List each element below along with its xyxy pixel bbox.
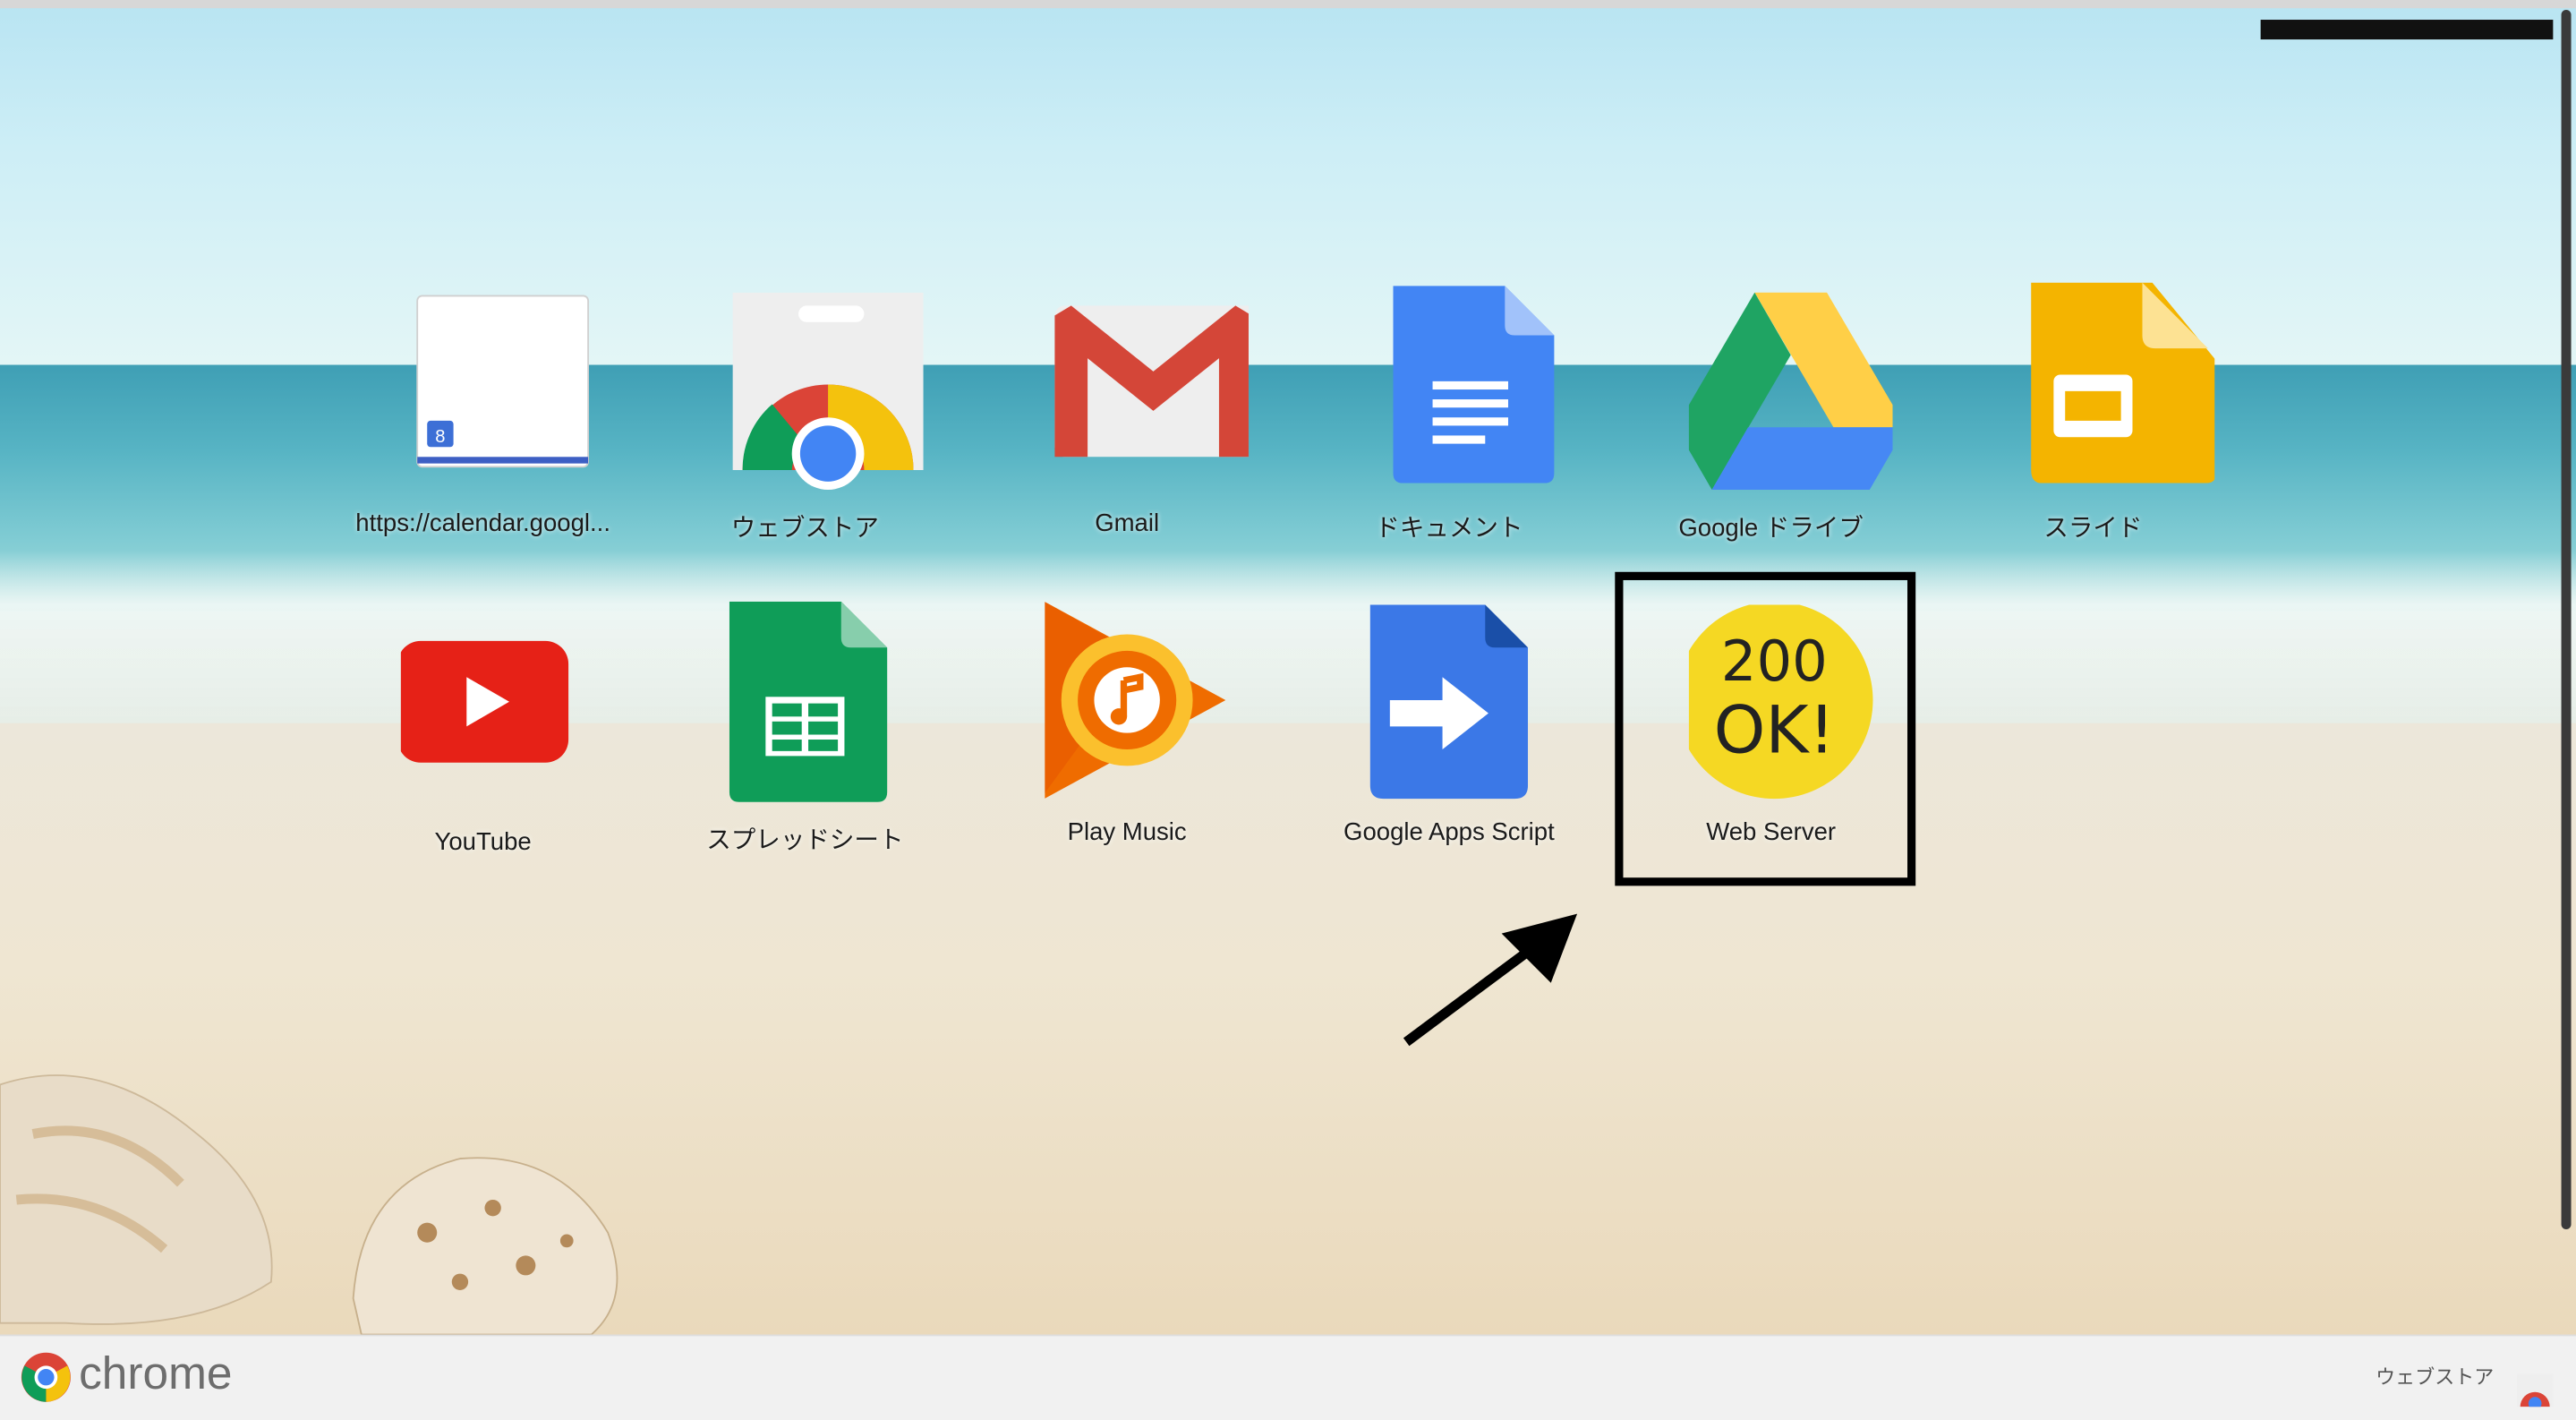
arrow-annotation-icon	[1403, 913, 1578, 1047]
web-store-footer-link[interactable]: ウェブストア	[2376, 1363, 2494, 1390]
app-label: https://calendar.googl...	[355, 509, 610, 538]
calendar-page-icon: 8	[416, 295, 590, 468]
redacted-account	[2260, 20, 2554, 40]
google-slides-icon	[2031, 282, 2215, 483]
docs-app[interactable]: ドキュメント	[1288, 279, 1610, 559]
app-label: YouTube	[434, 828, 532, 857]
sheets-app[interactable]: スプレッドシート	[644, 601, 967, 881]
calendar-day-number: 8	[435, 427, 445, 447]
app-label: Gmail	[1095, 509, 1160, 538]
gmail-icon	[1054, 305, 1249, 458]
highlight-box	[1615, 571, 1916, 886]
app-label: スプレッドシート	[706, 826, 904, 855]
gmail-app[interactable]: Gmail	[966, 293, 1288, 572]
launcher-footer	[0, 1334, 2576, 1420]
web-store-app[interactable]: ウェブストア	[644, 292, 967, 572]
app-label: Google Apps Script	[1343, 818, 1555, 847]
app-label: Google ドライブ	[1678, 514, 1864, 543]
seashells-decoration	[0, 1074, 618, 1335]
apps-script-app[interactable]: Google Apps Script	[1288, 604, 1610, 885]
calendar-link-app[interactable]: 8 https://calendar.googl...	[322, 293, 644, 572]
youtube-app[interactable]: YouTube	[322, 612, 644, 891]
scrollbar[interactable]	[2561, 10, 2572, 1230]
google-sheets-icon	[729, 601, 888, 802]
app-label: スライド	[2043, 514, 2143, 543]
apps-script-icon	[1369, 604, 1529, 800]
drive-app[interactable]: Google ドライブ	[1610, 286, 1932, 565]
google-docs-icon	[1393, 286, 1555, 483]
app-label: ドキュメント	[1375, 514, 1523, 543]
play-music-app[interactable]: Play Music	[966, 598, 1288, 877]
app-label: ウェブストア	[730, 514, 879, 543]
window-top-border	[0, 0, 2576, 9]
app-label: Play Music	[1067, 818, 1187, 847]
chrome-logo-icon	[21, 1352, 71, 1402]
slides-app[interactable]: スライド	[1932, 279, 2255, 559]
app-launcher-page: 8 https://calendar.googl... ウェブストア Gmail	[0, 0, 2576, 1420]
google-drive-icon	[1688, 292, 1893, 491]
chrome-web-store-icon	[732, 292, 924, 491]
youtube-icon	[400, 640, 569, 763]
chrome-brand-text: chrome	[79, 1347, 233, 1399]
web-store-mini-icon[interactable]	[2516, 1371, 2554, 1407]
play-music-icon	[1045, 602, 1226, 799]
